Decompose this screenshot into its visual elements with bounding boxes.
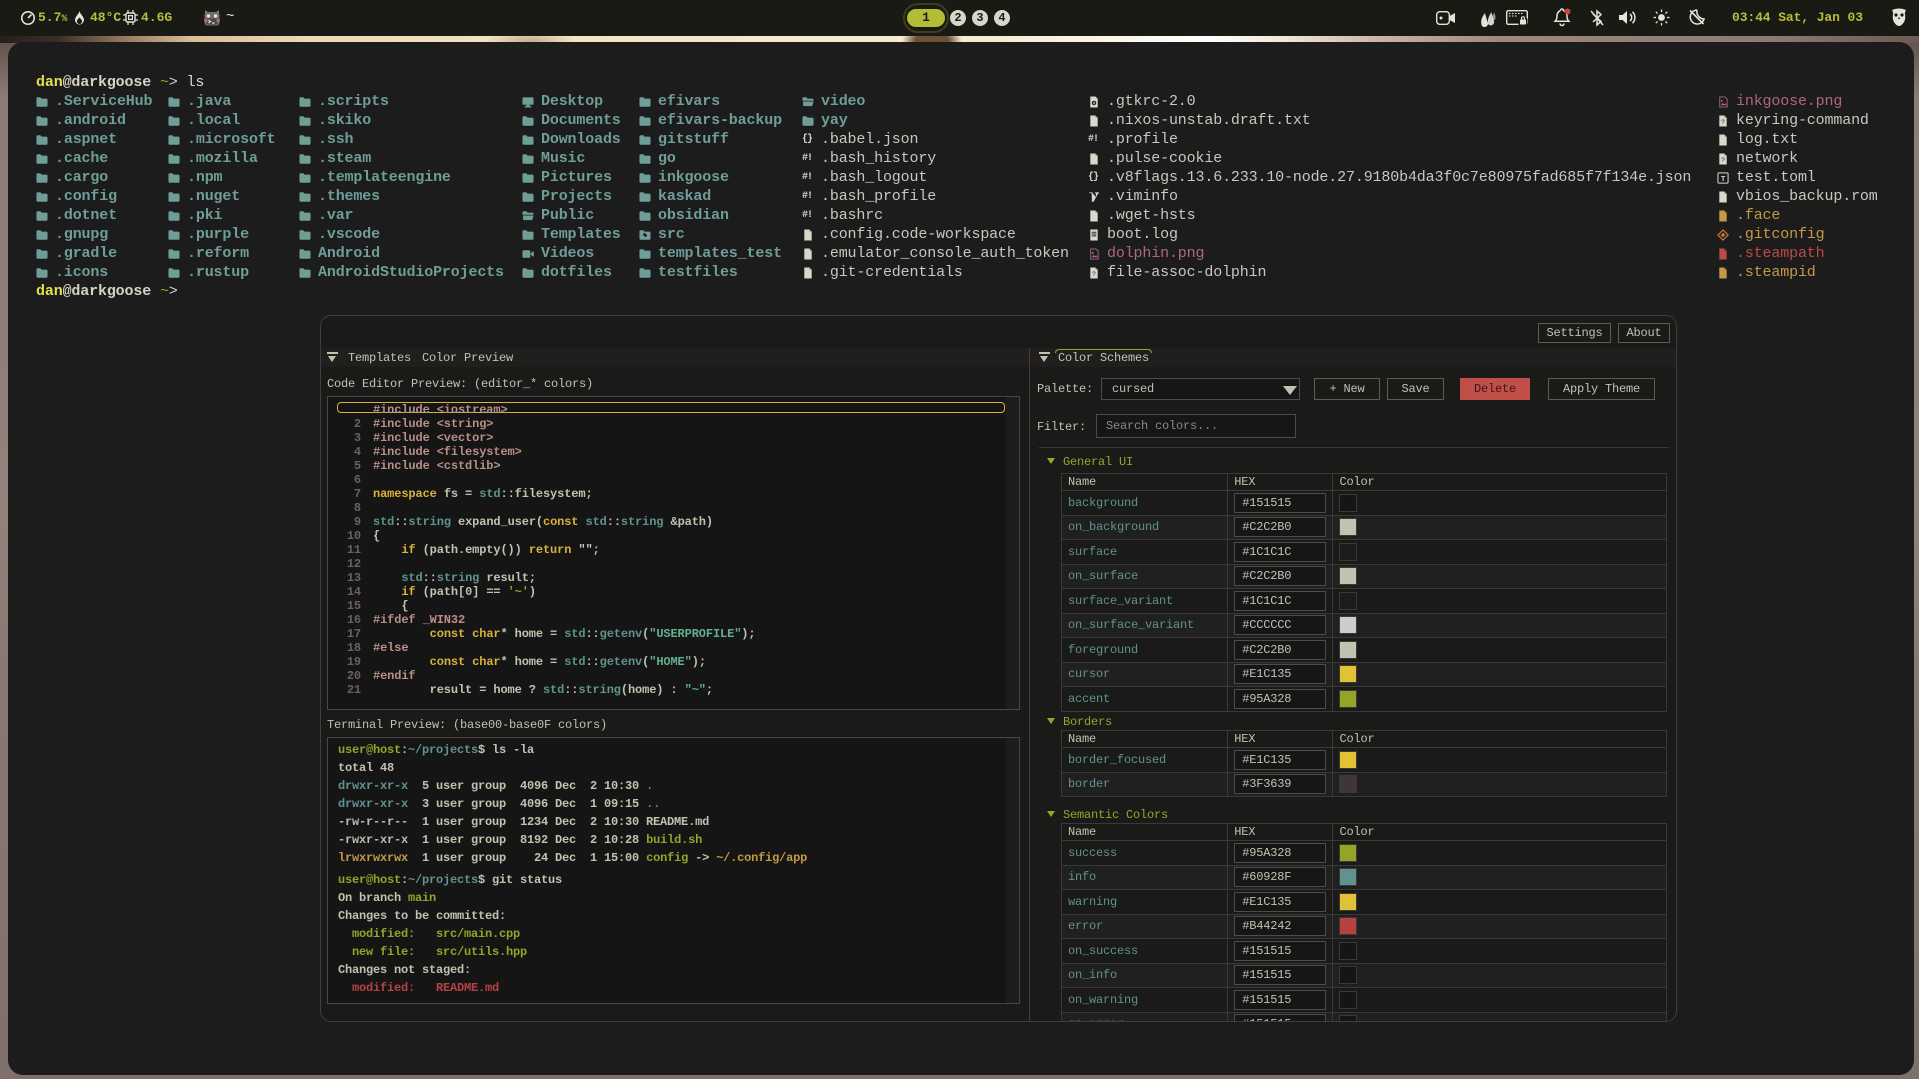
svg-text:?: ? (1721, 157, 1725, 164)
svg-text:?: ? (1092, 271, 1096, 278)
svg-text:?: ? (1721, 119, 1725, 126)
svg-text:T: T (1721, 176, 1726, 184)
